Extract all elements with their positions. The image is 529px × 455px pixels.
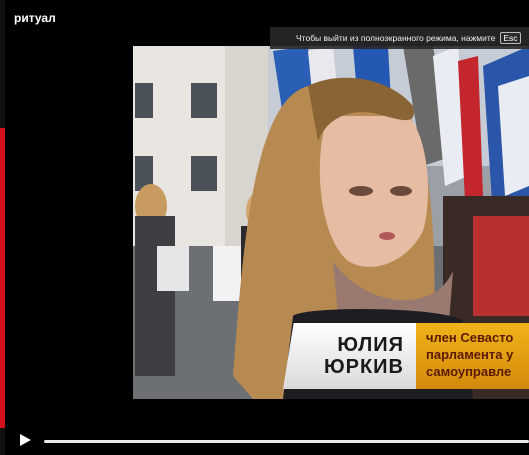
speaker-role-line: член Севасто	[426, 330, 514, 345]
speaker-role-line: парламента у	[426, 347, 514, 362]
speaker-role-line: самоуправле	[426, 364, 512, 379]
progress-bar[interactable]	[44, 440, 529, 443]
speaker-last-name: ЮРКИВ	[324, 356, 404, 378]
fullscreen-exit-hint: Чтобы выйти из полноэкранного режима, на…	[270, 27, 529, 49]
fullscreen-hint-text: Чтобы выйти из полноэкранного режима, на…	[296, 33, 496, 43]
esc-key-badge: Esc	[500, 32, 521, 44]
speaker-first-name: ЮЛИЯ	[337, 334, 404, 356]
red-strip	[0, 128, 5, 428]
player-controls	[0, 425, 529, 455]
left-edge-strip	[0, 0, 5, 455]
video-title: ритуал	[14, 11, 56, 25]
speaker-role-box: член Севасто парламента у самоуправле	[416, 323, 529, 389]
play-icon[interactable]	[20, 434, 31, 446]
speaker-name-box: ЮЛИЯ ЮРКИВ	[283, 323, 416, 389]
lower-third-caption: ЮЛИЯ ЮРКИВ член Севасто парламента у сам…	[133, 323, 529, 389]
